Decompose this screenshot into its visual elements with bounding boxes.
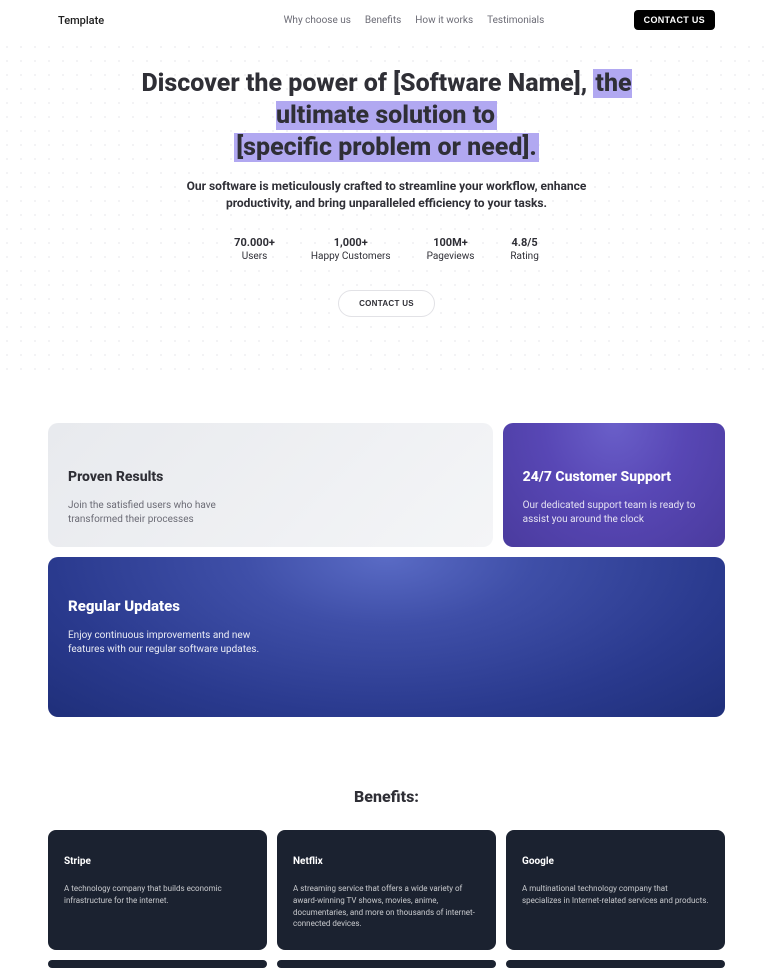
- feature-title: 24/7 Customer Support: [523, 469, 705, 486]
- hero-title-highlight-2: [specific problem or need].: [234, 133, 539, 162]
- feature-title: Proven Results: [68, 469, 473, 485]
- feature-card-support: 24/7 Customer Support Our dedicated supp…: [503, 423, 725, 548]
- benefit-card-netflix: Netflix A streaming service that offers …: [277, 830, 496, 949]
- benefit-card-stripe: Stripe A technology company that builds …: [48, 830, 267, 949]
- benefit-desc: A streaming service that offers a wide v…: [293, 883, 480, 929]
- benefit-desc: A multinational technology company that …: [522, 883, 709, 906]
- stat-label: Happy Customers: [311, 251, 391, 262]
- nav-how-it-works[interactable]: How it works: [415, 15, 473, 26]
- benefits-title: Benefits:: [48, 787, 725, 806]
- feature-desc: Join the satisfied users who have transf…: [68, 499, 248, 527]
- stat-value: 100M+: [427, 236, 475, 249]
- contact-us-button[interactable]: CONTACT US: [634, 10, 715, 30]
- stat-label: Pageviews: [427, 251, 475, 262]
- stat-pageviews: 100M+ Pageviews: [427, 236, 475, 262]
- nav-benefits[interactable]: Benefits: [365, 15, 401, 26]
- benefit-card-stub: [506, 960, 725, 968]
- feature-card-proven-results: Proven Results Join the satisfied users …: [48, 423, 493, 548]
- benefit-desc: A technology company that builds economi…: [64, 883, 251, 906]
- hero-contact-button[interactable]: CONTACT US: [338, 290, 435, 317]
- benefits-section: Benefits: Stripe A technology company th…: [0, 717, 773, 967]
- feature-desc: Our dedicated support team is ready to a…: [523, 499, 705, 527]
- primary-nav: Why choose us Benefits How it works Test…: [194, 15, 545, 26]
- features-section: Proven Results Join the satisfied users …: [0, 375, 773, 718]
- stat-value: 1,000+: [311, 236, 391, 249]
- hero-subtitle: Our software is meticulously crafted to …: [177, 178, 597, 212]
- stat-label: Users: [234, 251, 275, 262]
- benefit-name: Netflix: [293, 856, 480, 867]
- benefits-grid: Stripe A technology company that builds …: [48, 830, 725, 949]
- hero-stats: 70.000+ Users 1,000+ Happy Customers 100…: [97, 236, 677, 262]
- benefits-grid-next-row: [48, 960, 725, 968]
- benefit-name: Google: [522, 856, 709, 867]
- benefit-card-stub: [48, 960, 267, 968]
- stat-rating: 4.8/5 Rating: [510, 236, 538, 262]
- feature-card-updates: Regular Updates Enjoy continuous improve…: [48, 557, 725, 717]
- benefit-name: Stripe: [64, 856, 251, 867]
- logo[interactable]: Template: [58, 14, 104, 27]
- hero-section: Discover the power of [Software Name], t…: [0, 40, 773, 375]
- benefit-card-google: Google A multinational technology compan…: [506, 830, 725, 949]
- stat-users: 70.000+ Users: [234, 236, 275, 262]
- stat-value: 70.000+: [234, 236, 275, 249]
- benefit-card-stub: [277, 960, 496, 968]
- nav-testimonials[interactable]: Testimonials: [487, 15, 544, 26]
- hero-title: Discover the power of [Software Name], t…: [97, 68, 677, 164]
- feature-desc: Enjoy continuous improvements and new fe…: [68, 629, 268, 657]
- site-header: Template Why choose us Benefits How it w…: [0, 0, 773, 40]
- nav-why-choose-us[interactable]: Why choose us: [284, 15, 351, 26]
- feature-title: Regular Updates: [68, 597, 705, 615]
- hero-title-plain: Discover the power of [Software Name],: [141, 69, 587, 98]
- stat-value: 4.8/5: [510, 236, 538, 249]
- stat-customers: 1,000+ Happy Customers: [311, 236, 391, 262]
- stat-label: Rating: [510, 251, 538, 262]
